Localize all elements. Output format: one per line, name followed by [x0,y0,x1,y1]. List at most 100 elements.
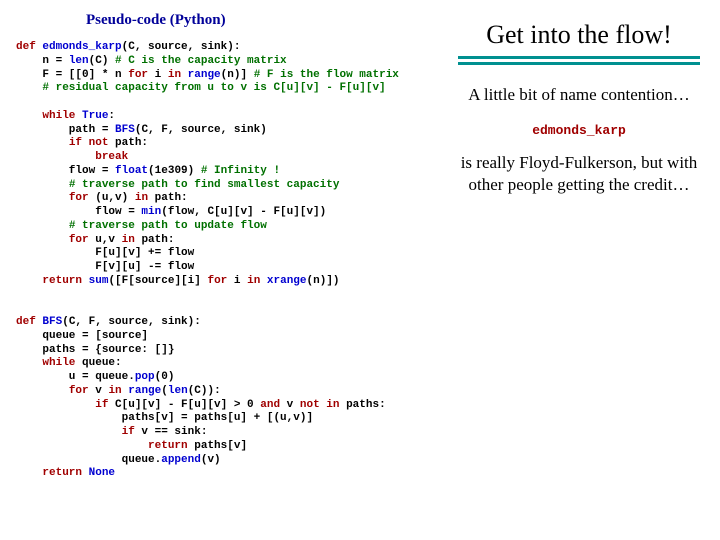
kw-for: for [69,234,89,246]
kw-and: and [260,399,280,411]
kw-def: def [16,41,42,53]
kw-in: in [108,385,128,397]
code-text: queue = [source] [16,330,148,342]
code-text [16,426,122,438]
code-text: (n)] [221,69,254,81]
code-text: paths[v] = paths[u] + [(u,v)] [16,412,313,424]
code-text: (flow, C[u][v] - F[u][v]) [161,206,326,218]
code-text: flow = [16,165,115,177]
code-text: n = [16,55,69,67]
kw-return: return [148,440,188,452]
code-text [16,234,69,246]
subtitle-1: A little bit of name contention… [454,85,704,105]
fn-xrange: xrange [267,275,307,287]
comment: # traverse path to update flow [69,220,267,232]
fn-float: float [115,165,148,177]
kw-while: while [42,357,75,369]
kw-ifnot: if not [69,137,109,149]
code-text: u,v [89,234,122,246]
true-literal: True [82,110,108,122]
code-text: (C)): [188,385,221,397]
kw-in: in [135,192,148,204]
fn-range: range [188,69,221,81]
kw-for: for [69,192,89,204]
kw-def: def [16,316,42,328]
fn-len: len [69,55,89,67]
code-text [16,151,95,163]
code-text [16,82,42,94]
code-text: path: [108,137,148,149]
code-text [16,440,148,452]
slide-title: Get into the flow! [454,20,704,50]
left-column: Pseudo-code (Python) def edmonds_karp (C,… [16,12,446,481]
code-text: path: [148,192,188,204]
fn-pop: pop [135,371,155,383]
code-text: ( [161,385,168,397]
code-text: paths: [339,399,385,411]
code-text: path: [135,234,175,246]
code-text: queue: [75,357,121,369]
code-text: i [148,69,168,81]
fn-append: append [161,454,201,466]
code-text: (1e309) [148,165,201,177]
none-literal: None [89,467,115,479]
code-text: i [227,275,247,287]
code-text: F[u][v] += flow [16,247,194,259]
kw-in: in [247,275,267,287]
kw-if: if [122,426,135,438]
fn-range: range [128,385,161,397]
code-text: (v) [201,454,221,466]
kw-for: for [128,69,148,81]
comment: # F is the flow matrix [254,69,399,81]
kw-notin: not in [300,399,340,411]
comment: # C is the capacity matrix [115,55,287,67]
code-text: F[v][u] -= flow [16,261,194,273]
code-text [16,179,69,191]
right-column: Get into the flow! A little bit of name … [454,12,704,196]
kw-return: return [42,275,88,287]
kw-return: return [42,467,88,479]
kw-break: break [95,151,128,163]
subtitle-2: is really Floyd-Fulkerson, but with othe… [454,152,704,196]
kw-in: in [122,234,135,246]
code-text [16,192,69,204]
fn-min: min [141,206,161,218]
code-text: C[u][v] - F[u][v] > 0 [108,399,260,411]
mono-callout: edmonds_karp [454,123,704,138]
code-text: (C) [89,55,115,67]
fn-bfs-def: BFS [42,316,62,328]
code-text [16,137,69,149]
code-text [16,357,42,369]
code-block: def edmonds_karp(C, source, sink): n = l… [16,41,446,481]
code-text: paths = {source: []} [16,344,174,356]
comment: # Infinity ! [201,165,280,177]
code-text: v == sink: [135,426,208,438]
fn-edmonds: edmonds_karp [42,41,121,53]
kw-for: for [69,385,89,397]
code-text: v [280,399,300,411]
code-text: ([F[source][i] [108,275,207,287]
pseudo-code-heading: Pseudo-code (Python) [16,12,446,29]
code-text [16,275,42,287]
title-rule [458,56,700,65]
code-text [16,399,95,411]
comment: # residual capacity from u to v is C[u][… [42,82,385,94]
fn-sum: sum [89,275,109,287]
code-text: (C, F, source, sink) [135,124,267,136]
fn-bfs: BFS [115,124,135,136]
code-text: v [89,385,109,397]
code-text: : [108,110,115,122]
code-text: paths[v] [188,440,247,452]
comment: # traverse path to find smallest capacit… [69,179,340,191]
kw-in: in [168,69,188,81]
code-text: (n)]) [307,275,340,287]
code-text: (u,v) [89,192,135,204]
code-text: (C, F, source, sink): [62,316,201,328]
code-text: path = [16,124,115,136]
kw-while: while [42,110,82,122]
code-text [16,110,42,122]
code-text: F = [[0] * n [16,69,128,81]
fn-len: len [168,385,188,397]
code-text: u = queue. [16,371,135,383]
code-text [16,220,69,232]
